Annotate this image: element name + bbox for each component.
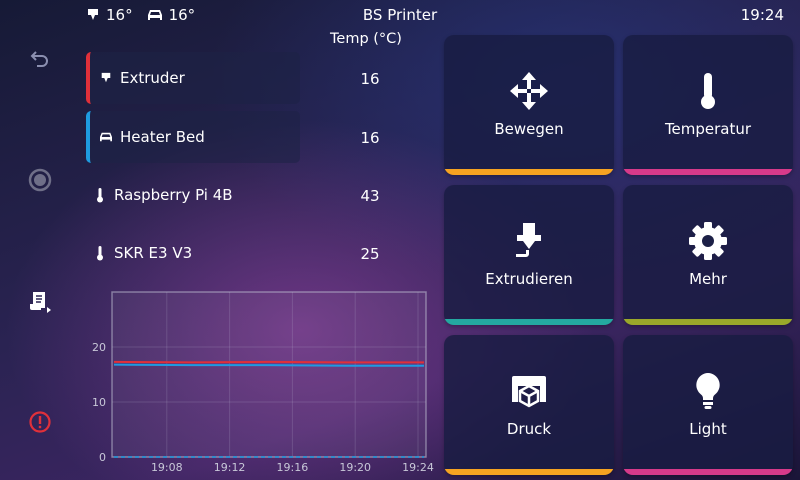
temp-value-skr: 25 — [360, 245, 380, 263]
tile-accent — [623, 469, 793, 475]
printer-title: BS Printer — [362, 6, 438, 24]
temp-row-label: Extruder — [120, 69, 185, 87]
tile-temperature[interactable]: Temperatur — [623, 35, 793, 175]
chart-x-tick-label: 19:16 — [277, 461, 309, 474]
chart-x-tick-label: 19:20 — [339, 461, 371, 474]
tile-more[interactable]: Mehr — [623, 185, 793, 325]
lightbulb-icon — [623, 371, 793, 411]
chart-y-tick-label: 10 — [92, 396, 106, 409]
chart-x-tick-label: 19:24 — [402, 461, 434, 474]
console-icon — [30, 292, 51, 313]
chart-x-tick-label: 19:12 — [214, 461, 246, 474]
tile-print[interactable]: Druck — [444, 335, 614, 475]
clock: 19:24 — [740, 6, 784, 24]
tile-accent — [623, 319, 793, 325]
tile-label: Bewegen — [494, 120, 564, 138]
extrude-icon — [444, 221, 614, 261]
temp-value-raspberry-pi: 43 — [360, 187, 380, 205]
tile-accent — [444, 319, 614, 325]
tile-label: Extrudieren — [485, 270, 573, 288]
tile-extrude[interactable]: Extrudieren — [444, 185, 614, 325]
tile-label: Temperatur — [664, 120, 752, 138]
top-bar: 16° 16° BS Printer 19:24 — [0, 0, 800, 30]
tile-accent — [444, 469, 614, 475]
sidebar — [0, 30, 80, 480]
back-icon — [30, 51, 48, 67]
thermometer-icon — [623, 71, 793, 111]
chart-y-tick-label: 20 — [92, 341, 106, 354]
chart-y-tick-label: 0 — [99, 451, 106, 464]
console-button[interactable] — [20, 282, 60, 322]
back-button[interactable] — [20, 40, 60, 80]
tile-accent — [623, 169, 793, 175]
gear-icon — [623, 221, 793, 261]
tile-label: Light — [689, 420, 727, 438]
thermometer-icon — [92, 245, 108, 261]
tile-label: Mehr — [689, 270, 727, 288]
shutdown-icon — [29, 411, 51, 433]
emergency-stop-button[interactable] — [20, 160, 60, 200]
shutdown-button[interactable] — [20, 402, 60, 442]
temp-row-label: SKR E3 V3 — [114, 244, 193, 262]
tile-light[interactable]: Light — [623, 335, 793, 475]
temp-row-label: Heater Bed — [120, 128, 205, 146]
move-icon — [444, 71, 614, 111]
temp-row-heater-bed[interactable]: Heater Bed — [86, 111, 300, 163]
extruder-icon — [98, 72, 114, 84]
temp-row-skr: SKR E3 V3 — [88, 227, 298, 279]
bed-icon — [98, 131, 114, 143]
chart-series-line — [113, 363, 424, 367]
temp-value-heater-bed: 16 — [360, 129, 380, 147]
temp-value-extruder: 16 — [360, 70, 380, 88]
tile-label: Druck — [506, 420, 552, 438]
temp-row-label: Raspberry Pi 4B — [114, 186, 233, 204]
temp-row-raspberry-pi: Raspberry Pi 4B — [88, 169, 298, 221]
tile-move[interactable]: Bewegen — [444, 35, 614, 175]
temperature-chart: 0 10 20 19:08 19:12 19:16 19:20 19:24 — [92, 291, 434, 474]
temp-row-extruder[interactable]: Extruder — [86, 52, 300, 104]
emergency-stop-icon — [28, 168, 52, 192]
tile-accent — [444, 169, 614, 175]
chart-x-tick-label: 19:08 — [151, 461, 183, 474]
chart-series-line — [113, 360, 424, 364]
print-icon — [444, 371, 614, 411]
temp-column-header: Temp (°C) — [330, 31, 402, 47]
chart-frame — [111, 291, 427, 458]
thermometer-icon — [92, 187, 108, 203]
